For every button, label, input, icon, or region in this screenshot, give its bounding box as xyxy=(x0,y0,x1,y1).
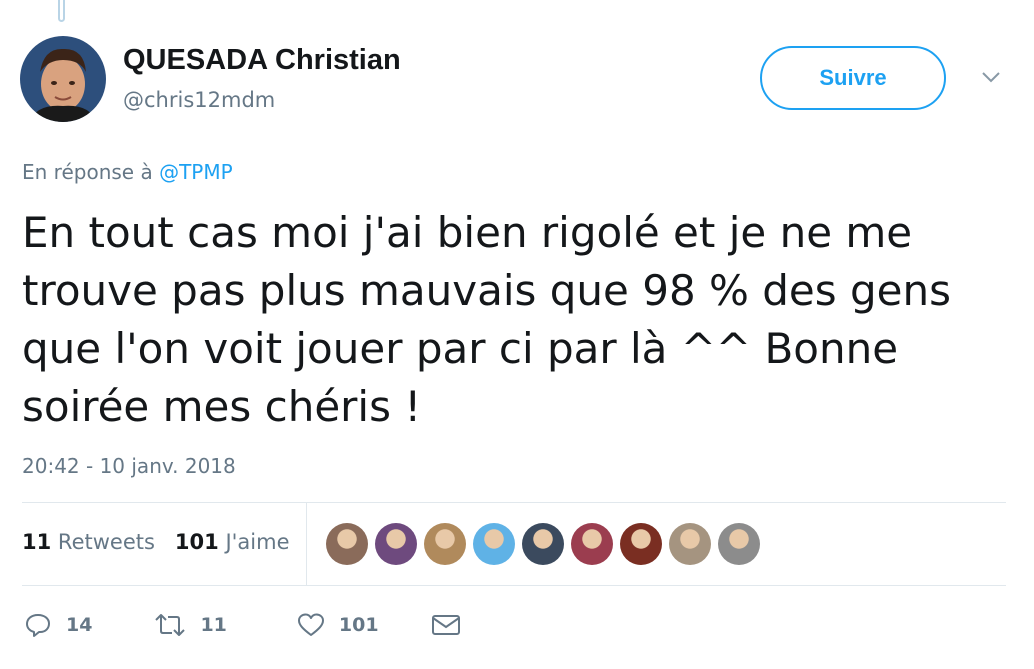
liker-avatar[interactable] xyxy=(375,523,417,565)
tweet-actions: 14 11 101 xyxy=(22,612,461,638)
retweet-count: 11 xyxy=(200,614,227,636)
direct-message-button[interactable] xyxy=(431,613,461,637)
tweet-text: En tout cas moi j'ai bien rigolé et je n… xyxy=(22,208,952,431)
author-handle[interactable]: @chris12mdm xyxy=(123,88,275,112)
reply-button[interactable]: 14 xyxy=(24,612,92,638)
reply-context: En réponse à @TPMP xyxy=(22,160,233,184)
liker-avatar[interactable] xyxy=(620,523,662,565)
stats-bottom-divider xyxy=(22,585,1006,586)
likes-count: 101 xyxy=(174,530,219,554)
retweets-stat[interactable]: 11 Retweets xyxy=(22,530,155,554)
liker-avatar[interactable] xyxy=(326,523,368,565)
liker-avatar[interactable] xyxy=(718,523,760,565)
envelope-icon xyxy=(431,615,460,635)
reply-mention-link[interactable]: @TPMP xyxy=(159,160,233,184)
tweet-timestamp[interactable]: 20:42 - 10 janv. 2018 xyxy=(22,454,236,478)
retweet-icon xyxy=(155,614,186,636)
retweet-button[interactable]: 11 xyxy=(154,613,227,637)
likers-avatar-list xyxy=(326,523,760,565)
stats-top-divider xyxy=(22,502,1006,503)
liker-avatar[interactable] xyxy=(669,523,711,565)
retweets-label: Retweets xyxy=(57,530,155,554)
retweets-count: 11 xyxy=(22,530,52,554)
reply-prefix: En réponse à xyxy=(22,160,153,184)
engagement-stats: 11 Retweets 101 J'aime xyxy=(22,530,290,554)
chevron-down-icon[interactable] xyxy=(980,68,1002,86)
liker-avatar[interactable] xyxy=(522,523,564,565)
author-avatar[interactable] xyxy=(20,36,106,122)
liker-avatar[interactable] xyxy=(571,523,613,565)
author-name[interactable]: QUESADA Christian xyxy=(123,44,401,77)
like-button[interactable]: 101 xyxy=(297,612,379,638)
likes-label: J'aime xyxy=(225,530,290,554)
thread-connector xyxy=(58,0,65,22)
like-count: 101 xyxy=(338,614,379,636)
stats-separator xyxy=(306,503,307,585)
likes-stat[interactable]: 101 J'aime xyxy=(175,530,290,554)
heart-icon xyxy=(297,613,324,636)
follow-button[interactable]: Suivre xyxy=(760,46,946,110)
reply-icon xyxy=(26,614,50,637)
liker-avatar[interactable] xyxy=(473,523,515,565)
liker-avatar[interactable] xyxy=(424,523,466,565)
reply-count: 14 xyxy=(66,614,93,636)
